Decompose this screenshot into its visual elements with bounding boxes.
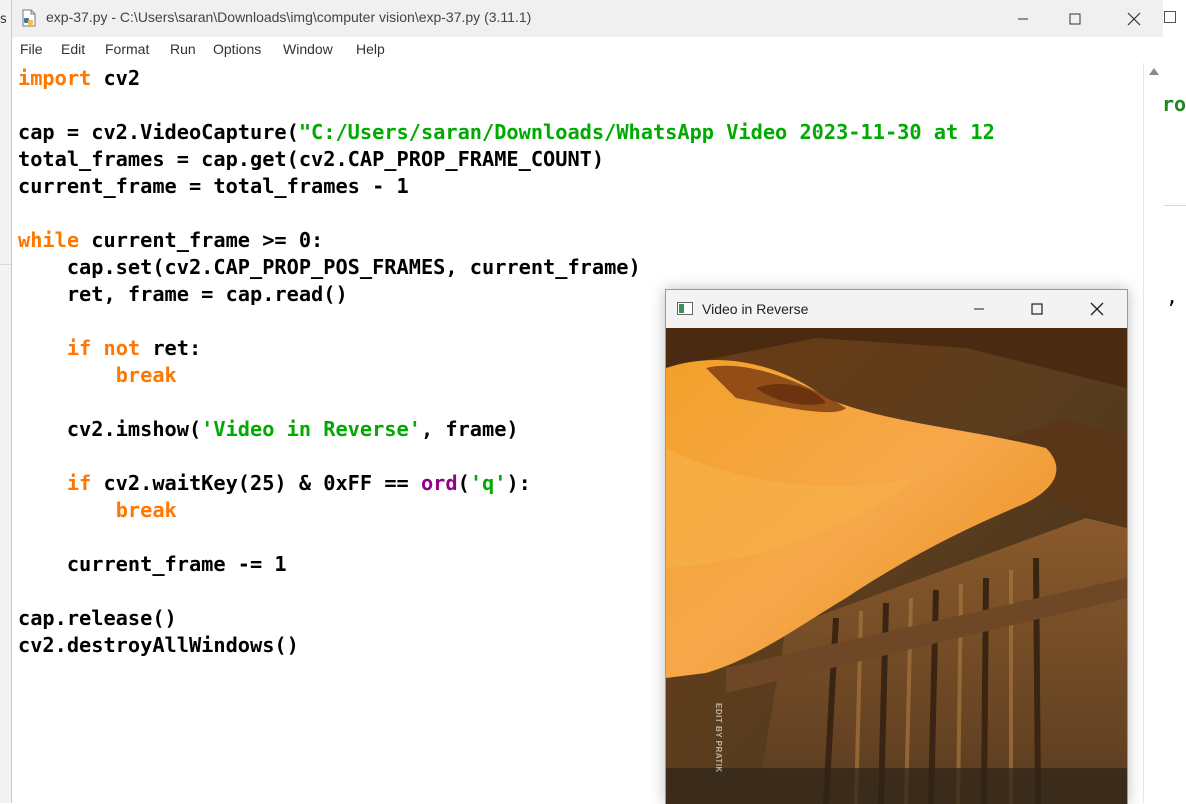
close-icon [1127,12,1141,25]
code-keyword: not [103,336,141,360]
code-keyword: if [66,471,92,495]
window-app-icon [677,302,693,315]
code-line: cv2.destroyAllWindows() [18,633,299,657]
code-segment: current_frame >= 0: [79,228,324,252]
title-bar[interactable]: exp-37.py - C:\Users\saran\Downloads\img… [12,0,1163,37]
maximize-icon[interactable] [1164,11,1176,23]
background-code-fragment-2: , [1166,284,1179,308]
maximize-button[interactable] [1052,0,1098,37]
video-frame-image [666,328,1127,804]
video-watermark: EDIT BY PRATIK [714,703,723,773]
code-segment: cv2.imshow( [18,417,202,441]
menu-format[interactable]: Format [105,41,149,57]
close-button[interactable] [1111,0,1157,37]
code-line: ret, frame = cap.read() [18,282,348,306]
code-line: current_frame -= 1 [18,552,287,576]
code-segment: cv2 [91,66,141,90]
code-keyword: if [66,336,92,360]
background-text-left-2: ( [0,222,1,243]
menu-edit[interactable]: Edit [61,41,85,57]
maximize-icon [1031,303,1043,315]
code-line: cap.release() [18,606,177,630]
code-line: total_frames = cap.get(cv2.CAP_PROP_FRAM… [18,147,605,171]
background-text-left: s [0,12,7,27]
menu-help[interactable]: Help [356,41,385,57]
scroll-up-arrow-icon[interactable] [1149,68,1159,75]
video-window: Video in Reverse EDIT BY PRATIK [665,289,1128,804]
code-segment: cv2.waitKey(25) & 0xFF == [91,471,421,495]
code-segment: , frame) [420,417,519,441]
background-divider [0,264,11,265]
close-icon [1090,302,1104,316]
background-divider [1162,205,1186,206]
vertical-scrollbar[interactable] [1143,63,1164,803]
code-string: 'q' [469,471,507,495]
code-builtin: ord [420,471,458,495]
background-code-fragment: ro [1162,92,1186,116]
code-keyword: break [115,363,177,387]
background-window-right: ro , [1162,0,1186,803]
video-close-button[interactable] [1074,290,1120,328]
code-segment: cap = cv2.VideoCapture( [18,120,299,144]
menu-options[interactable]: Options [213,41,261,57]
background-window-left: s ( [0,0,11,803]
video-window-title: Video in Reverse [702,301,809,317]
minimize-button[interactable] [1000,0,1046,37]
menu-window[interactable]: Window [283,41,333,57]
window-title: exp-37.py - C:\Users\saran\Downloads\img… [46,9,532,25]
code-string: 'Video in Reverse' [201,417,421,441]
video-minimize-button[interactable] [956,290,1002,328]
code-segment: ( [457,471,470,495]
code-line: current_frame = total_frames - 1 [18,174,409,198]
minimize-icon [1018,18,1028,19]
maximize-icon [1069,13,1081,24]
video-title-bar[interactable]: Video in Reverse [666,290,1127,328]
code-line: cap.set(cv2.CAP_PROP_POS_FRAMES, current… [18,255,641,279]
minimize-icon [974,308,984,310]
code-keyword: import [18,66,92,90]
code-keyword: while [18,228,80,252]
code-keyword: break [115,498,177,522]
video-frame: EDIT BY PRATIK [666,328,1127,804]
video-maximize-button[interactable] [1014,290,1060,328]
code-segment: ): [506,471,531,495]
code-string: "C:/Users/saran/Downloads/WhatsApp Video… [298,120,995,144]
menu-bar: File Edit Format Run Options Window Help [12,37,1163,64]
code-segment: ret: [140,336,202,360]
python-file-icon [22,9,36,27]
menu-run[interactable]: Run [170,41,196,57]
menu-file[interactable]: File [20,41,43,57]
